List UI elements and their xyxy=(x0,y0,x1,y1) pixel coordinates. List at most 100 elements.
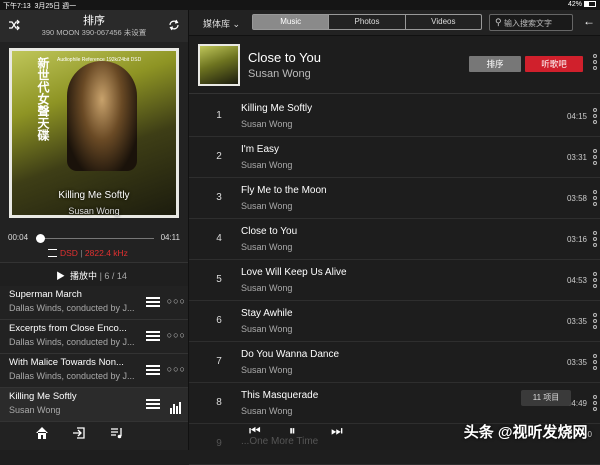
previous-icon[interactable]: ⏮ xyxy=(249,423,261,439)
album-title: Close to You xyxy=(248,50,321,65)
track-number: 3 xyxy=(213,192,225,203)
queue-item[interactable]: Superman March Dallas Winds, conducted b… xyxy=(0,286,188,320)
queue-item-artist: Dallas Winds, conducted by J... xyxy=(9,371,139,381)
track-artist: Susan Wong xyxy=(241,406,292,416)
more-vertical-icon[interactable] xyxy=(593,354,597,372)
track-duration: 03:35 xyxy=(567,358,587,367)
album-artist: Susan Wong xyxy=(248,68,311,80)
track-number: 9 xyxy=(213,438,225,449)
queue-item-active[interactable]: Killing Me Softly Susan Wong xyxy=(0,388,188,422)
search-box: ⚲ xyxy=(489,14,573,31)
back-arrow-icon[interactable]: ← xyxy=(583,14,595,28)
playing-position: 6 / 14 xyxy=(104,271,127,281)
repeat-icon[interactable] xyxy=(166,17,182,33)
home-icon[interactable] xyxy=(33,426,51,444)
track-artist: Susan Wong xyxy=(241,201,292,211)
next-icon[interactable]: ⏭ xyxy=(331,423,343,439)
drag-handle-icon[interactable] xyxy=(146,363,160,377)
drag-handle-icon[interactable] xyxy=(146,329,160,343)
status-bar: 下午7:13 3月25日 週一 42% xyxy=(0,0,600,10)
progress-track[interactable] xyxy=(36,238,154,239)
more-options-icon[interactable]: ○○○ xyxy=(167,330,186,340)
queue-item-title: Killing Me Softly xyxy=(9,391,139,402)
track-artist: Susan Wong xyxy=(241,283,292,293)
track-row[interactable]: 3 Fly Me to the Moon Susan Wong 03:58 xyxy=(189,178,600,219)
more-vertical-icon[interactable] xyxy=(593,149,597,167)
format-label: DSD xyxy=(60,248,78,258)
track-row[interactable]: 4 Close to You Susan Wong 03:16 xyxy=(189,219,600,260)
more-vertical-icon[interactable] xyxy=(593,54,597,72)
queue-item-title: Excerpts from Close Enco... xyxy=(9,323,139,334)
track-artist: Susan Wong xyxy=(241,365,292,375)
track-title: This Masquerade xyxy=(241,390,318,401)
status-date: 3月25日 週一 xyxy=(35,3,77,10)
search-input[interactable] xyxy=(504,17,570,29)
audio-format: DSD | 2822.4 kHz xyxy=(48,248,128,258)
more-vertical-icon[interactable] xyxy=(593,190,597,208)
time-current: 00:04 xyxy=(8,233,28,242)
more-options-icon[interactable]: ○○○ xyxy=(167,296,186,306)
import-icon[interactable] xyxy=(70,426,88,444)
more-vertical-icon[interactable] xyxy=(593,272,597,290)
track-row[interactable]: 7 Do You Wanna Dance Susan Wong 03:35 xyxy=(189,342,600,383)
track-artist: Susan Wong xyxy=(241,242,292,252)
tab-videos[interactable]: Videos xyxy=(406,15,481,29)
track-title: Close to You xyxy=(241,226,297,237)
track-title: Stay Awhile xyxy=(241,308,293,319)
track-artist: Susan Wong xyxy=(241,119,292,129)
transport-controls: ⏮ ⏸ ⏭ xyxy=(249,423,359,443)
queue-item[interactable]: With Malice Towards Non... Dallas Winds,… xyxy=(0,354,188,388)
track-number: 5 xyxy=(213,274,225,285)
track-row[interactable]: 1 Killing Me Softly Susan Wong 04:15 xyxy=(189,96,600,137)
more-vertical-icon[interactable] xyxy=(593,313,597,331)
track-artist: Susan Wong xyxy=(241,160,292,170)
more-options-icon[interactable]: ○○○ xyxy=(167,364,186,374)
device-subtitle: 390 MOON 390-067456 未设置 xyxy=(0,27,188,38)
tab-music[interactable]: Music xyxy=(253,15,329,29)
track-duration: 04:15 xyxy=(567,112,587,121)
drag-handle-icon[interactable] xyxy=(146,295,160,309)
more-vertical-icon[interactable] xyxy=(593,395,597,413)
track-row[interactable]: 5 Love Will Keep Us Alive Susan Wong 04:… xyxy=(189,260,600,301)
queue-music-icon[interactable] xyxy=(108,426,126,444)
format-icon xyxy=(48,249,57,257)
pause-icon[interactable]: ⏸ xyxy=(289,423,296,439)
equalizer-icon xyxy=(170,400,184,414)
track-title: Killing Me Softly xyxy=(241,103,312,114)
playing-bar[interactable]: ▶ 播放中 | 6 / 14 xyxy=(0,262,188,286)
search-icon: ⚲ xyxy=(495,17,502,28)
track-number: 8 xyxy=(213,397,225,408)
media-library-label: 媒体库 xyxy=(203,19,230,29)
play-icon: ▶ xyxy=(56,271,65,281)
now-playing-artist: Susan Wong xyxy=(0,206,188,216)
now-playing-panel: 排序 390 MOON 390-067456 未设置 新世代女聲天碟 Audio… xyxy=(0,10,188,450)
track-artist: Susan Wong xyxy=(241,324,292,334)
sort-button[interactable]: 排序 xyxy=(469,56,521,72)
progress-row: 00:04 04:11 xyxy=(0,232,188,246)
watermark-text: 头条 @视听发烧网 xyxy=(464,424,588,441)
more-vertical-icon[interactable] xyxy=(593,108,597,126)
more-vertical-icon[interactable] xyxy=(593,231,597,249)
track-number: 4 xyxy=(213,233,225,244)
sample-rate: 2822.4 kHz xyxy=(85,248,128,258)
track-number: 6 xyxy=(213,315,225,326)
tab-photos[interactable]: Photos xyxy=(329,15,405,29)
battery-fill xyxy=(585,2,589,6)
track-duration: 03:31 xyxy=(567,153,587,162)
track-duration: 03:35 xyxy=(567,317,587,326)
playing-label: 播放中 xyxy=(70,271,97,281)
library-panel: 媒体库 ⌄ Music Photos Videos ⚲ ← Close to Y… xyxy=(188,10,600,450)
track-title: Love Will Keep Us Alive xyxy=(241,267,347,278)
album-thumbnail xyxy=(198,44,240,86)
chevron-down-icon: ⌄ xyxy=(233,19,241,29)
listen-button[interactable]: 听歌吧 xyxy=(525,56,583,72)
track-row[interactable]: 6 Stay Awhile Susan Wong 03:35 xyxy=(189,301,600,342)
track-number: 2 xyxy=(213,151,225,162)
queue-item[interactable]: Excerpts from Close Enco... Dallas Winds… xyxy=(0,320,188,354)
drag-handle-icon[interactable] xyxy=(146,397,160,411)
now-playing-title: Killing Me Softly xyxy=(0,190,188,201)
track-row[interactable]: 2 I'm Easy Susan Wong 03:31 xyxy=(189,137,600,178)
progress-knob[interactable] xyxy=(36,234,45,243)
queue-item-artist: Susan Wong xyxy=(9,405,139,415)
media-library-dropdown[interactable]: 媒体库 ⌄ xyxy=(203,17,240,30)
